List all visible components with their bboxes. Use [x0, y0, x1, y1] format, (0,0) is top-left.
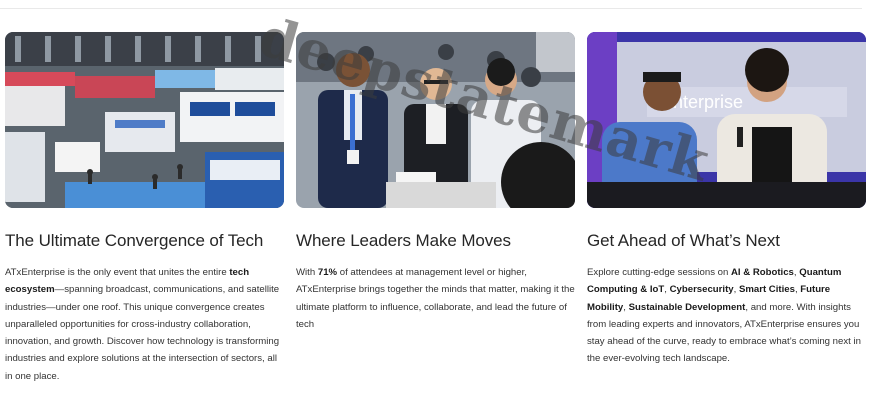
networking-crowd-image [296, 32, 575, 208]
highlight-text: 71% [317, 267, 338, 278]
highlight-text: Sustainable Development [628, 301, 746, 313]
feature-card-convergence: The Ultimate Convergence of Tech ATxEnte… [5, 32, 284, 385]
highlight-text: tech ecosystem [5, 267, 250, 296]
card-description: ATxEnterprise is the only event that uni… [5, 267, 280, 382]
feature-card-leaders: Where Leaders Make Moves With 71% of att… [296, 32, 575, 385]
highlight-text: AI & Robotics [731, 267, 794, 278]
highlight-text: Smart Cities [738, 284, 795, 296]
feature-columns: The Ultimate Convergence of Tech ATxEnte… [5, 32, 866, 385]
feature-card-whats-next: xEnterprise Get Ahead of What’s Next Exp… [587, 32, 866, 385]
card-title: Where Leaders Make Moves [296, 231, 511, 250]
highlight-text: Cybersecurity [669, 284, 734, 296]
panel-speakers-image: xEnterprise [587, 32, 866, 208]
card-description: Explore cutting-edge sessions on AI & Ro… [587, 267, 861, 365]
exhibition-hall-image [5, 32, 284, 208]
card-title: The Ultimate Convergence of Tech [5, 231, 264, 250]
top-divider [0, 8, 862, 9]
card-description: With 71% of attendees at management leve… [296, 267, 575, 330]
card-title: Get Ahead of What’s Next [587, 231, 780, 250]
